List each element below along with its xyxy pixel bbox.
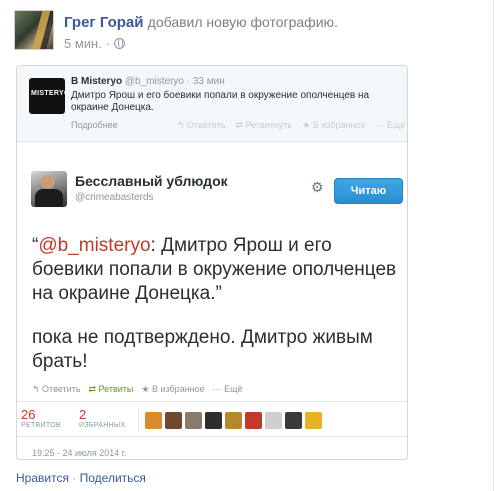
tweet-retweet: ⇄ Ретвиты (88, 384, 134, 394)
quoted-more: ··· Еще (375, 120, 406, 130)
favoriter-avatar (205, 412, 222, 429)
tweet-reply: ↰ Ответить (32, 384, 81, 394)
follow-button: Читаю (334, 178, 403, 204)
right-border (493, 0, 494, 491)
quoted-header: В Misteryo @b_misteryo · 33 мин (71, 76, 225, 87)
post-action-text: добавил новую фотографию. (147, 14, 338, 30)
favoriter-avatar (305, 412, 322, 429)
favoriter-avatar (225, 412, 242, 429)
share-link[interactable]: Поделиться (80, 471, 146, 485)
tweet-author-name: Бесславный ублюдок (75, 173, 228, 189)
favorites-label: ИЗБРАННЫХ (79, 422, 126, 429)
quoted-tweet: MISTERYO В Misteryo @b_misteryo · 33 мин… (17, 66, 407, 142)
tweet-stats: 26 РЕТВИТОВ 2 ИЗБРАННЫХ (17, 401, 407, 437)
quoted-name: В Misteryo (71, 76, 123, 87)
favoriter-avatar (185, 412, 202, 429)
quoted-reply: ↰ Ответить (177, 120, 226, 130)
author-line: Грег Горай добавил новую фотографию. (64, 14, 338, 31)
tweet-line-5: брать! (32, 351, 88, 372)
tweet-avatar (31, 171, 67, 207)
post-time[interactable]: 5 мин. (64, 36, 102, 51)
tweet-text: “@b_misteryo: Дмитро Ярош и его боевики … (32, 234, 402, 374)
favoriter-avatar (265, 412, 282, 429)
tweet-gap (32, 306, 402, 326)
tweet-author-handle: @crimeabasterds (75, 192, 154, 203)
embedded-tweet-image[interactable]: MISTERYO В Misteryo @b_misteryo · 33 мин… (16, 65, 408, 460)
quoted-avatar-logo: MISTERYO (31, 90, 70, 97)
tweet-actions: ↰ Ответить ⇄ Ретвиты ★ В избранное ··· Е… (32, 384, 243, 395)
favoriter-avatar (165, 412, 182, 429)
fb-actions: Нравится · Поделиться (16, 471, 146, 485)
favoriter-avatar (145, 412, 162, 429)
quoted-actions: ↰ Ответить ⇄ Ретвитнуть ★ В избранное ··… (177, 120, 405, 131)
author-name-link[interactable]: Грег Горай (64, 14, 144, 31)
tweet-line-1-rest: : Дмитро Ярош и его (150, 235, 332, 256)
author-avatar[interactable] (14, 10, 54, 50)
favoriter-avatar (245, 412, 262, 429)
tweet-line-4: пока не подтверждено. Дмитро живым (32, 327, 373, 348)
globe-icon[interactable] (114, 38, 126, 49)
favorites-stat: 2 ИЗБРАННЫХ (79, 407, 125, 429)
favorites-count: 2 (79, 407, 87, 422)
post-meta: 5 мин. · (64, 36, 126, 51)
gear-icon: ⚙ (311, 179, 324, 195)
tweet-line-3: на окраине Донецка.” (32, 283, 222, 304)
tweet-line-1: “@b_misteryo: Дмитро Ярош и его (32, 234, 402, 258)
stats-divider (138, 408, 139, 432)
quoted-text: Дмитро Ярош и его боевики попали в окруж… (71, 90, 370, 113)
tweet-date: 19:25 - 24 июля 2014 г. (32, 448, 127, 458)
quoted-handle: @b_misteryo · 33 мин (124, 76, 225, 87)
retweets-count: 26 (21, 407, 36, 422)
quoted-retweet: ⇄ Ретвитнуть (235, 120, 293, 130)
quoted-favorite: ★ В избранное (302, 120, 366, 130)
favoriter-avatar (285, 412, 302, 429)
favoriters-avatars (145, 412, 322, 429)
tweet-favorite: ★ В избранное (141, 384, 205, 394)
meta-dot: · (105, 36, 111, 51)
tweet-line-2: боевики попали в окружение ополченцев (32, 259, 397, 280)
quoted-more-link: Подробнее (71, 120, 118, 130)
tweet-more: ··· Ещё (212, 384, 243, 394)
action-separator: · (68, 471, 80, 485)
tweet-header: Бесславный ублюдок @crimeabasterds ⚙ Чит… (17, 166, 407, 216)
like-link[interactable]: Нравится (16, 471, 69, 485)
retweets-label: РЕТВИТОВ (21, 422, 61, 429)
tweet-mention: @b_misteryo (38, 235, 151, 256)
retweets-stat: 26 РЕТВИТОВ (21, 407, 61, 429)
quoted-avatar: MISTERYO (29, 78, 70, 114)
